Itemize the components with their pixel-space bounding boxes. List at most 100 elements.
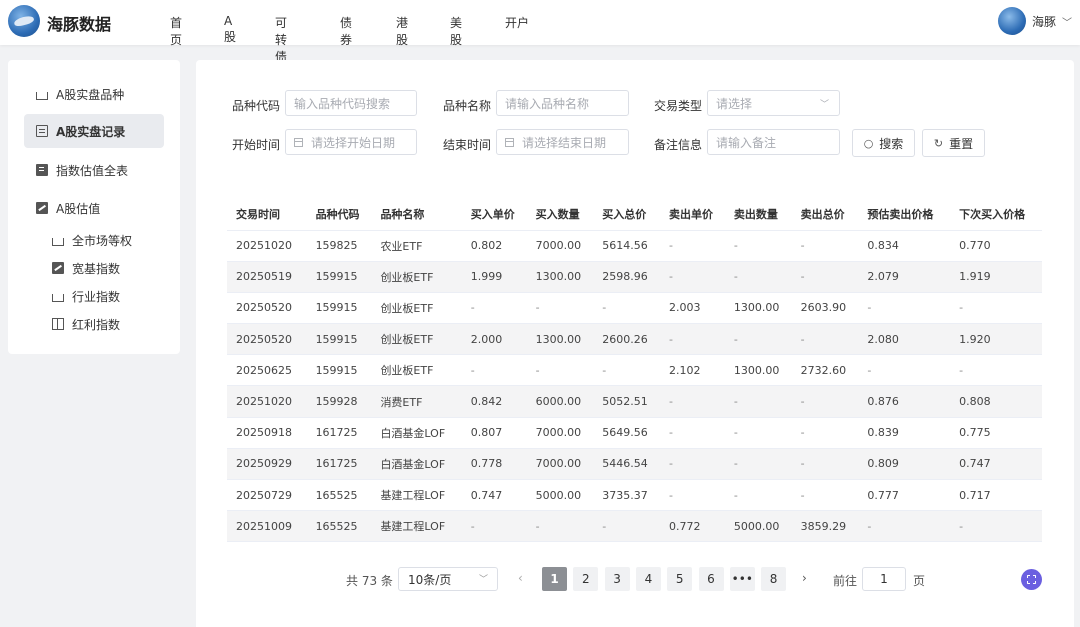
page-button[interactable]: 8: [761, 567, 787, 591]
column-header: 品种代码: [306, 199, 372, 231]
search-button[interactable]: ○ 搜索: [852, 129, 915, 157]
name-search-placeholder: 请输入品种名称: [505, 96, 590, 111]
page-button[interactable]: 2: [573, 567, 599, 591]
table-cell: -: [791, 230, 859, 262]
table-cell: -: [660, 448, 725, 481]
start-date-picker[interactable]: 请选择开始日期: [285, 129, 417, 155]
table-cell: -: [724, 385, 792, 418]
trade-records-table: 交易时间 品种代码 品种名称 买入单价 买入数量 买入总价 卖出单价 卖出数量 卖出总价 预估卖出…: [227, 199, 1042, 543]
table-cell: 0.747: [461, 479, 527, 512]
sidebar-item-a-share-records[interactable]: A股实盘记录: [24, 114, 164, 148]
table-cell: 159825: [306, 230, 372, 262]
page-button[interactable]: 4: [635, 567, 661, 591]
table-row[interactable]: 20251020 159928 消费ETF 0.842 6000.00 5052.51- -…: [227, 385, 1042, 418]
table-cell: -: [660, 323, 725, 356]
table-cell: -: [593, 292, 661, 325]
table-cell: -: [526, 292, 594, 325]
user-menu[interactable]: 海豚 ﹀: [997, 7, 1072, 35]
table-cell: 161725: [306, 448, 372, 481]
table-row[interactable]: 20250729 165525 基建工程LOF 0.747 5000.00 3735.37…: [227, 479, 1042, 512]
table-cell: 1300.00: [724, 292, 792, 325]
page-size-select[interactable]: 10条/页 ﹀: [398, 567, 498, 591]
table-cell: 20251020: [227, 230, 307, 262]
column-header: 买入数量: [526, 199, 594, 231]
note-input[interactable]: 请输入备注: [707, 129, 840, 155]
table-row[interactable]: 20250520 159915 创业板ETF 2.000 1300.00 2600.26-…: [227, 323, 1042, 356]
nav-item-home[interactable]: 首页: [170, 14, 182, 48]
next-page-button[interactable]: ›: [802, 571, 807, 585]
reset-button[interactable]: ↻ 重置: [922, 129, 985, 157]
trend-chart-icon: [36, 202, 48, 214]
page-button[interactable]: 1: [542, 567, 567, 591]
table-cell: 创业板ETF: [371, 261, 462, 293]
table-cell: 基建工程LOF: [371, 479, 462, 512]
sidebar-item-index-valuation-table[interactable]: 指数估值全表: [24, 153, 164, 187]
chevron-down-icon: ﹀: [478, 575, 488, 585]
sidebar-item-label: A股实盘记录: [56, 124, 126, 139]
code-search-input[interactable]: 输入品种代码搜索: [285, 90, 417, 116]
name-search-input[interactable]: 请输入品种名称: [496, 90, 629, 116]
table-row[interactable]: 20251020 159825 农业ETF 0.802 7000.00 5614.56- -…: [227, 230, 1042, 262]
table-cell: 创业板ETF: [371, 292, 462, 325]
table-cell: 20251020: [227, 385, 307, 418]
type-label: 交易类型: [654, 99, 703, 113]
main-panel: 品种代码 输入品种代码搜索 品种名称 请输入品种名称 交易类型 请选择 ﹀ 开始…: [196, 60, 1074, 627]
table-cell: 创业板ETF: [371, 323, 462, 356]
table-cell: -: [950, 292, 1042, 325]
chevron-down-icon: ﹀: [1062, 17, 1072, 29]
table-cell: -: [660, 385, 725, 418]
prev-page-button[interactable]: ‹: [518, 571, 523, 585]
pagination: 共 73 条 10条/页 ﹀ ‹ 1 2 3 4 5 6 ••• 8 › 前往 1 页: [196, 567, 1074, 591]
sidebar-subitem-industry-index[interactable]: 行业指数: [52, 284, 120, 308]
nav-item-a-share[interactable]: A股: [224, 14, 236, 45]
page-button[interactable]: 6: [698, 567, 724, 591]
nav-item-hk-stock[interactable]: 港股: [396, 14, 408, 48]
table-cell: 20250729: [227, 479, 307, 512]
dolphin-logo-icon[interactable]: [8, 5, 40, 37]
table-cell: 20250520: [227, 323, 307, 356]
nav-item-open-account[interactable]: 开户: [505, 14, 529, 31]
page-ellipsis-button[interactable]: •••: [729, 567, 755, 591]
table-body: 20251020 159825 农业ETF 0.802 7000.00 5614.56- -…: [227, 230, 1042, 543]
table-cell: 0.747: [950, 448, 1042, 481]
table-cell: -: [791, 385, 859, 418]
column-header: 卖出总价: [791, 199, 859, 231]
table-cell: 5052.51: [593, 385, 661, 418]
sidebar-subitem-equal-weight[interactable]: 全市场等权: [52, 228, 132, 252]
table-cell: -: [660, 261, 725, 293]
table-cell: 165525: [306, 510, 372, 543]
table-row[interactable]: 20250929 161725 白酒基金LOF 0.778 7000.00 5446.54…: [227, 448, 1042, 481]
table-cell: -: [593, 354, 661, 387]
nav-item-us-stock[interactable]: 美股: [450, 14, 462, 48]
nav-item-convertible[interactable]: 可转债: [275, 14, 287, 65]
brand-title[interactable]: 海豚数据: [47, 11, 111, 35]
goto-page-input[interactable]: 1: [862, 567, 906, 591]
end-date-picker[interactable]: 请选择结束日期: [496, 129, 629, 155]
sidebar-subitem-dividend-index[interactable]: 红利指数: [52, 312, 120, 336]
basket-icon: [52, 238, 64, 246]
sidebar-item-a-share-products[interactable]: A股实盘品种: [24, 77, 164, 111]
avatar[interactable]: [997, 7, 1026, 35]
table-cell: 20250520: [227, 292, 307, 325]
sidebar-subitem-broad-index[interactable]: 宽基指数: [52, 256, 120, 280]
fullscreen-button[interactable]: [1021, 569, 1042, 590]
table-cell: -: [461, 354, 527, 387]
table-cell: 161725: [306, 417, 372, 449]
table-cell: 白酒基金LOF: [371, 448, 462, 481]
table-row[interactable]: 20250918 161725 白酒基金LOF 0.807 7000.00 5649.56…: [227, 417, 1042, 449]
table-row[interactable]: 20250520 159915 创业板ETF - - -2.003 1300.00 2603.…: [227, 292, 1042, 325]
table-row[interactable]: 20251009 165525 基建工程LOF - - -0.772 5000.00 3859…: [227, 510, 1042, 543]
table-cell: -: [950, 510, 1042, 543]
table-cell: 0.834: [858, 230, 951, 262]
nav-item-bond[interactable]: 债券: [340, 14, 352, 48]
page-button[interactable]: 3: [604, 567, 630, 591]
table-cell: 165525: [306, 479, 372, 512]
table-row[interactable]: 20250625 159915 创业板ETF - - -2.102 1300.00 2732.…: [227, 354, 1042, 387]
page-button[interactable]: 5: [667, 567, 693, 591]
table-row[interactable]: 20250519 159915 创业板ETF 1.999 1300.00 2598.96-…: [227, 261, 1042, 293]
table-cell: 7000.00: [526, 417, 594, 449]
table-cell: -: [858, 354, 951, 387]
sidebar-item-a-share-valuation[interactable]: A股估值: [24, 191, 164, 225]
table-cell: 159915: [306, 292, 372, 325]
trade-type-select[interactable]: 请选择 ﹀: [707, 90, 840, 116]
